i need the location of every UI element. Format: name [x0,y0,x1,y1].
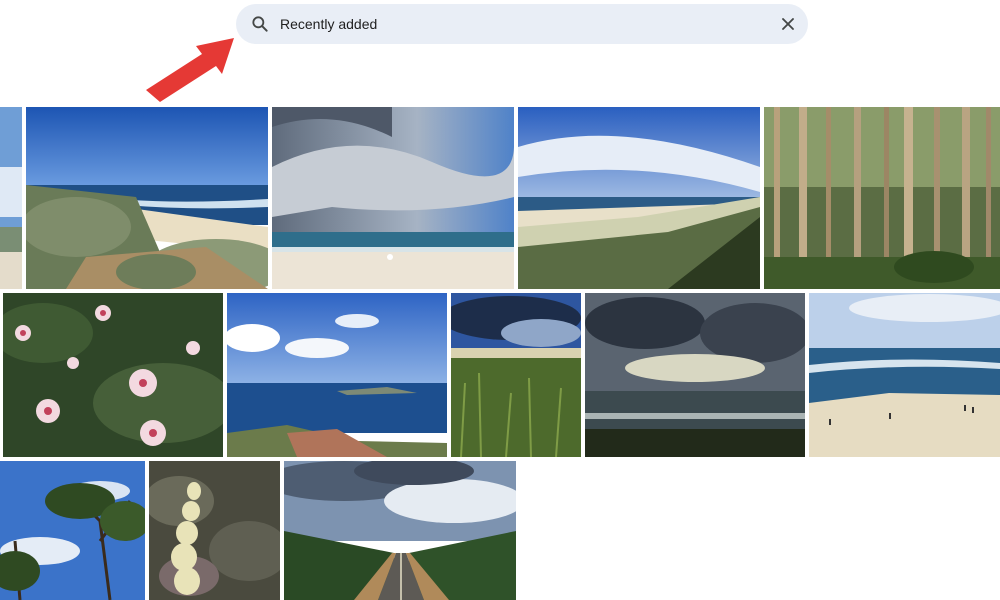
photo-thumbnail[interactable] [518,107,760,289]
photo-thumbnail[interactable] [26,107,268,289]
arrow-icon [146,38,234,102]
photo-thumbnail[interactable] [227,293,447,457]
search-icon[interactable] [250,14,270,34]
photos-search-results-page [0,0,1000,600]
photo-thumbnail[interactable] [0,107,22,289]
photo-thumbnail[interactable] [764,107,1000,289]
photo-thumbnail[interactable] [0,461,145,600]
photo-thumbnail[interactable] [451,293,581,457]
photo-thumbnail[interactable] [149,461,280,600]
photo-thumbnail[interactable] [585,293,805,457]
photo-thumbnail[interactable] [3,293,223,457]
search-input[interactable] [280,10,760,38]
search-bar[interactable] [236,4,808,44]
photo-thumbnail[interactable] [809,293,1000,457]
close-icon[interactable] [778,14,798,34]
photo-thumbnail[interactable] [272,107,514,289]
photo-thumbnail[interactable] [284,461,516,600]
